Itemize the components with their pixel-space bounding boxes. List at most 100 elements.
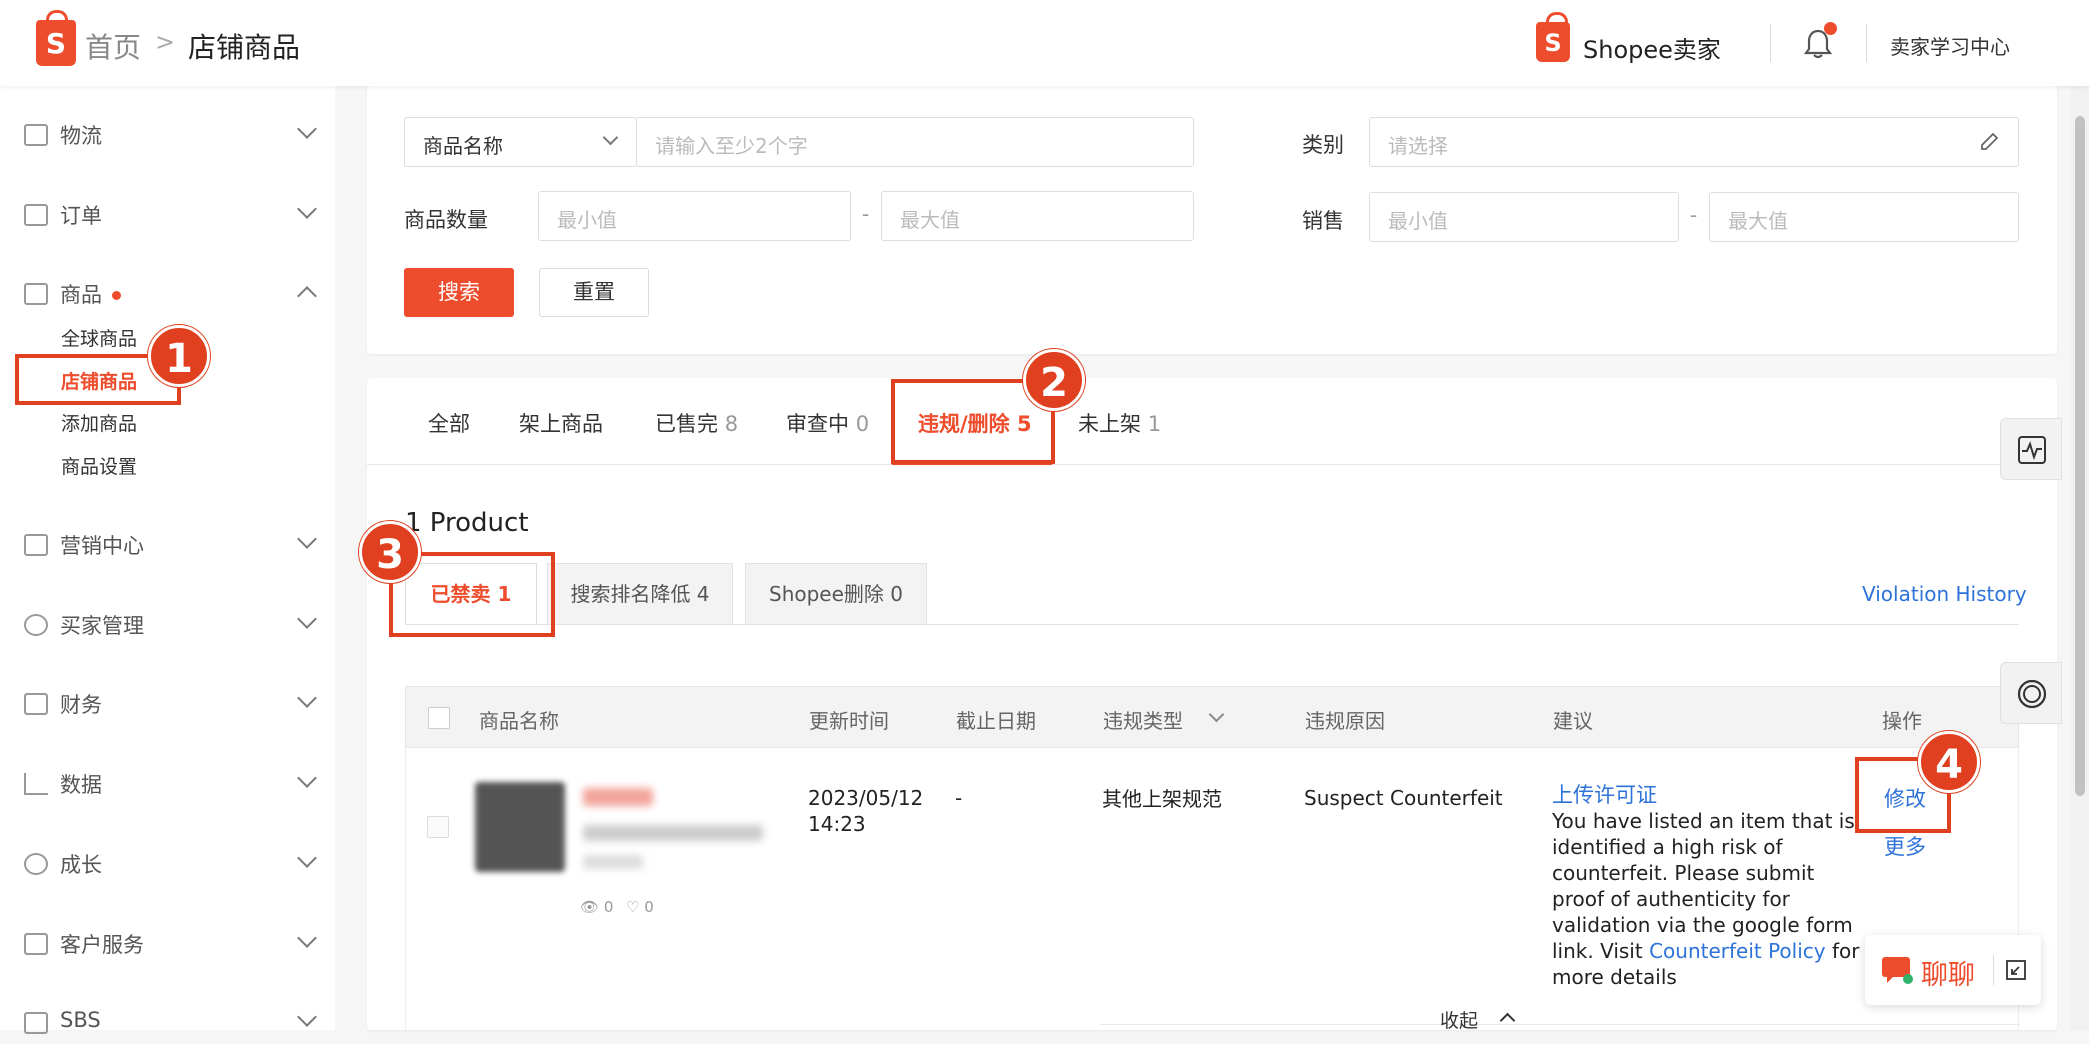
sales-label: 销售 xyxy=(1302,209,1344,233)
update-date: 2023/05/12 xyxy=(808,786,924,810)
update-time: 14:23 xyxy=(808,812,866,836)
column-header-violation-type[interactable]: 违规类型 xyxy=(1103,705,1225,734)
like-count: ♡ 0 xyxy=(626,898,654,916)
sidebar-item-orders[interactable]: 订单 xyxy=(24,196,317,236)
pencil-icon xyxy=(1981,132,1999,150)
box-icon xyxy=(24,1012,48,1034)
tabs-divider xyxy=(367,464,2057,465)
select-all-checkbox[interactable] xyxy=(428,707,450,729)
collapse-divider xyxy=(1100,1024,2020,1025)
tab-live[interactable]: 架上商品 xyxy=(519,408,603,438)
sidebar-item-marketing[interactable]: 营销中心 xyxy=(24,526,317,566)
bag-icon xyxy=(24,283,48,305)
sidebar-item-data[interactable]: 数据 xyxy=(24,765,317,805)
chevron-up-icon xyxy=(297,286,317,306)
tab-sold-out[interactable]: 已售完 8 xyxy=(655,408,738,438)
sidebar-item-customer-service[interactable]: 客户服务 xyxy=(24,925,317,965)
top-header: S 首页 > 店铺商品 S Shopee卖家 卖家学习中心 xyxy=(0,0,2089,86)
sidebar-item-label: 商品 xyxy=(60,283,102,307)
table-header: 商品名称 更新时间 截止日期 违规类型 违规原因 建议 操作 xyxy=(405,686,2019,748)
sidebar-item-label: 物流 xyxy=(60,124,102,148)
view-count: 👁 0 xyxy=(580,898,614,916)
blurred-product-detail xyxy=(583,825,763,841)
column-header-suggestion: 建议 xyxy=(1553,709,1593,733)
breadcrumb-separator: > xyxy=(155,28,176,56)
chevron-down-icon xyxy=(297,609,317,629)
deadline-cell: - xyxy=(955,786,963,810)
product-name-input[interactable]: 请输入至少2个字 xyxy=(636,117,1194,167)
sidebar-item-label: 营销中心 xyxy=(60,534,144,558)
sidebar-sub-global-products[interactable]: 全球商品 xyxy=(61,324,137,351)
name-field-select[interactable]: 商品名称 xyxy=(404,117,637,167)
tab-all[interactable]: 全部 xyxy=(428,408,470,438)
sales-max-input[interactable]: 最大值 xyxy=(1709,192,2019,242)
row-checkbox[interactable] xyxy=(427,816,449,838)
chevron-down-icon xyxy=(602,129,619,146)
activity-icon xyxy=(2018,436,2046,464)
sidebar-item-logistics[interactable]: 物流 xyxy=(24,116,317,156)
breadcrumb-home[interactable]: 首页 xyxy=(85,26,141,66)
product-thumbnail[interactable] xyxy=(475,782,565,872)
brand-name[interactable]: Shopee卖家 xyxy=(1583,30,1721,65)
violation-history-link[interactable]: Violation History xyxy=(1862,582,2027,606)
sidebar-item-buyers[interactable]: 买家管理 xyxy=(24,606,317,646)
support-float-button[interactable] xyxy=(2000,662,2062,724)
subtab-search-demoted[interactable]: 搜索排名降低 4 xyxy=(547,563,733,625)
counterfeit-policy-link[interactable]: Counterfeit Policy xyxy=(1649,939,1826,963)
shopee-seller-logo-icon[interactable]: S xyxy=(1536,12,1570,62)
sidebar-sub-product-settings[interactable]: 商品设置 xyxy=(61,452,137,479)
chat-widget[interactable]: 聊聊 xyxy=(1865,935,2041,1005)
header-divider xyxy=(1770,24,1771,62)
scrollbar-thumb[interactable] xyxy=(2075,116,2085,796)
column-header-action: 操作 xyxy=(1882,709,1922,733)
more-link[interactable]: 更多 xyxy=(1884,831,1926,861)
select-value: 商品名称 xyxy=(423,134,503,158)
column-header-product-name: 商品名称 xyxy=(479,709,559,733)
chevron-down-icon xyxy=(297,199,317,219)
range-dash: - xyxy=(862,202,870,226)
annotation-badge-2: 2 xyxy=(1023,349,1085,411)
search-button[interactable]: 搜索 xyxy=(404,268,514,317)
tab-reviewing[interactable]: 审查中 0 xyxy=(786,408,869,438)
clipboard-icon xyxy=(24,204,48,226)
chevron-down-icon xyxy=(297,768,317,788)
sidebar-item-label: 财务 xyxy=(60,693,102,717)
subtab-shopee-deleted[interactable]: Shopee删除 0 xyxy=(745,563,927,625)
quantity-max-input[interactable]: 最大值 xyxy=(881,191,1194,241)
medal-icon xyxy=(24,853,48,875)
expand-icon[interactable] xyxy=(2005,959,2027,981)
tab-unlisted[interactable]: 未上架 1 xyxy=(1078,408,1161,438)
sidebar-item-products[interactable]: 商品 xyxy=(24,275,317,315)
sidebar-item-growth[interactable]: 成长 xyxy=(24,845,317,885)
upload-license-link[interactable]: 上传许可证 xyxy=(1552,782,1864,808)
category-label: 类别 xyxy=(1302,133,1344,157)
category-input[interactable]: 请选择 xyxy=(1369,117,2019,167)
quantity-min-input[interactable]: 最小值 xyxy=(538,191,851,241)
update-time-cell: 2023/05/12 14:23 xyxy=(808,785,923,837)
shopee-logo-icon[interactable]: S xyxy=(36,10,76,66)
sidebar-item-finance[interactable]: 财务 xyxy=(24,685,317,725)
column-header-violation-reason: 违规原因 xyxy=(1305,709,1385,733)
sidebar-item-label: 数据 xyxy=(60,773,102,797)
truck-icon xyxy=(24,124,48,146)
blurred-product-name xyxy=(583,788,653,806)
sidebar-sub-add-product[interactable]: 添加商品 xyxy=(61,409,137,436)
chat-icon xyxy=(1882,957,1913,984)
page-title: 店铺商品 xyxy=(188,31,301,64)
annotation-badge-1: 1 xyxy=(148,325,210,387)
annotation-badge-3: 3 xyxy=(359,521,421,583)
collapse-toggle[interactable]: 收起 xyxy=(1440,1006,1516,1033)
sidebar-item-sbs[interactable]: SBS xyxy=(24,1004,317,1044)
chevron-down-icon xyxy=(297,1007,317,1027)
notification-dot xyxy=(1824,22,1837,35)
monitor-icon xyxy=(24,933,48,955)
product-count: 1 Product xyxy=(405,508,529,538)
learning-center-link[interactable]: 卖家学习中心 xyxy=(1890,31,2010,60)
sales-min-input[interactable]: 最小值 xyxy=(1369,192,1679,242)
reset-button[interactable]: 重置 xyxy=(539,268,649,317)
category-placeholder: 请选择 xyxy=(1388,134,1448,158)
page-scrollbar[interactable] xyxy=(2071,86,2089,1030)
red-dot-badge xyxy=(112,291,121,300)
wallet-icon xyxy=(24,693,48,715)
performance-float-button[interactable] xyxy=(2000,418,2062,480)
